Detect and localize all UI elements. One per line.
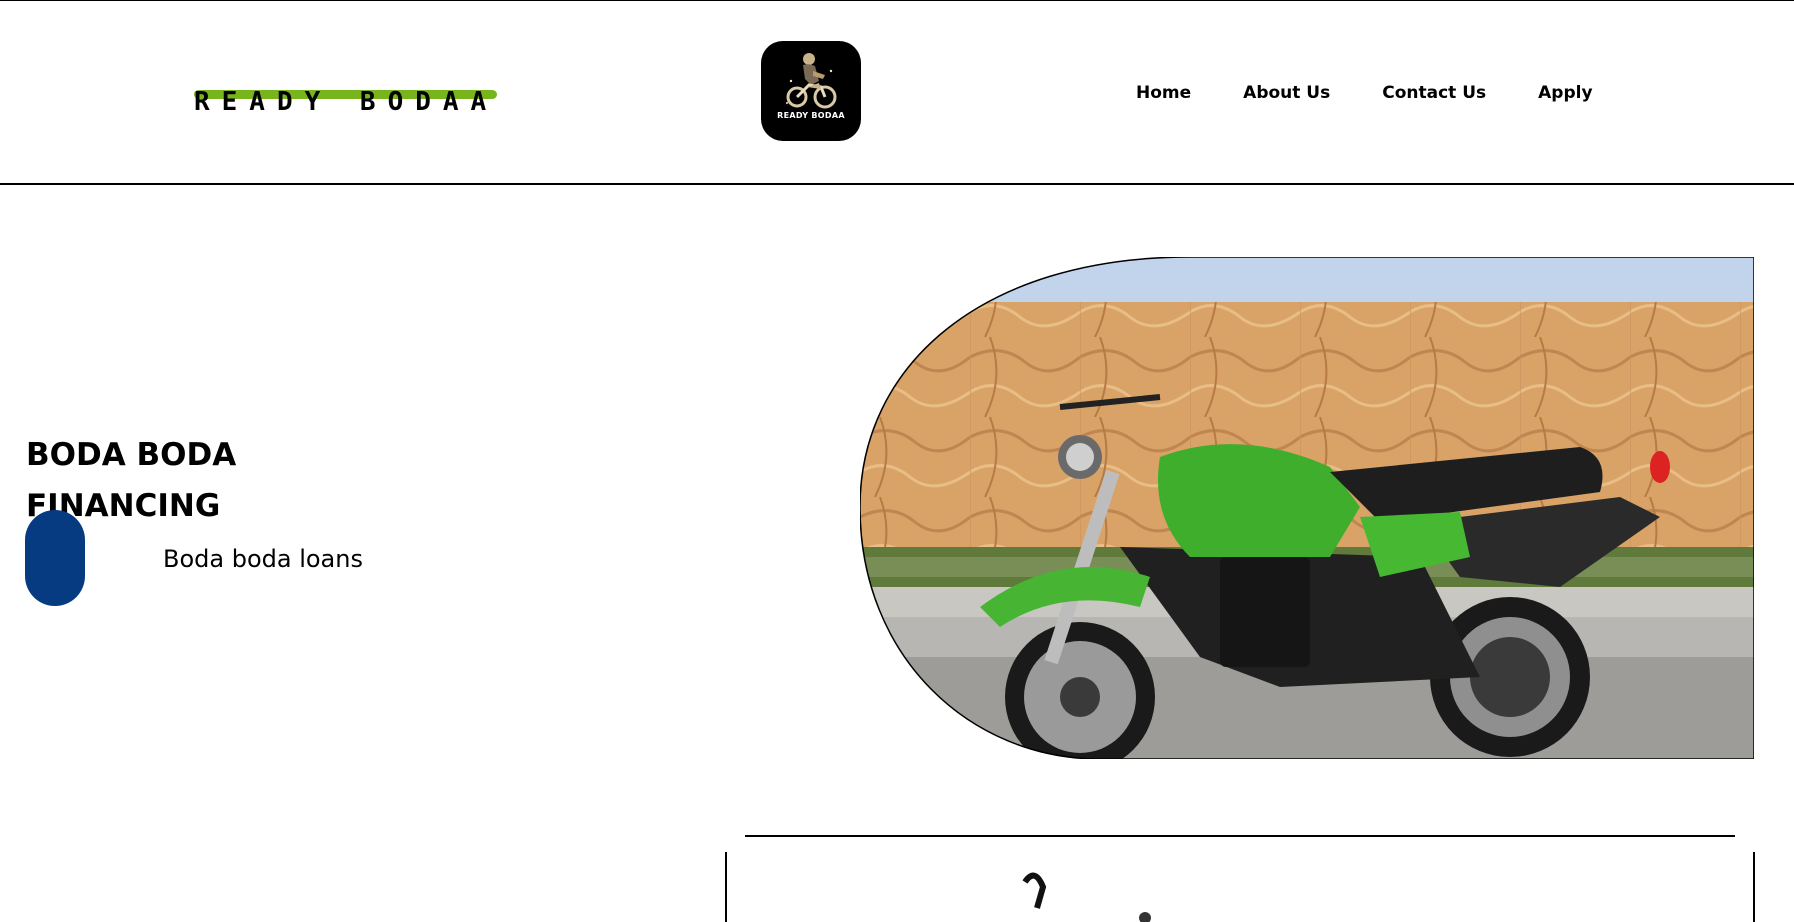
partial-image-card: [725, 835, 1755, 922]
logo-badge[interactable]: READY BODAA: [761, 41, 861, 141]
nav-home-link[interactable]: Home: [1136, 83, 1191, 103]
logo-caption: READY BODAA: [777, 111, 845, 120]
hero-subtitle: Boda boda loans: [163, 545, 363, 573]
motorcycle-rider-icon: [786, 53, 837, 109]
nav-contact-link[interactable]: Contact Us: [1382, 83, 1486, 103]
site-header: READY BODAA READY BODAA Home About Us Co…: [0, 1, 1794, 185]
brand-wordmark[interactable]: READY BODAA: [194, 87, 498, 117]
hero-pill-decoration: [25, 510, 85, 606]
brand-name: READY BODAA: [194, 87, 499, 117]
nav-about-link[interactable]: About Us: [1243, 83, 1330, 103]
main-nav: Home About Us Contact Us Apply: [1136, 83, 1593, 103]
hero-motorcycle-image: [860, 257, 1754, 759]
nav-apply-link[interactable]: Apply: [1538, 83, 1592, 103]
